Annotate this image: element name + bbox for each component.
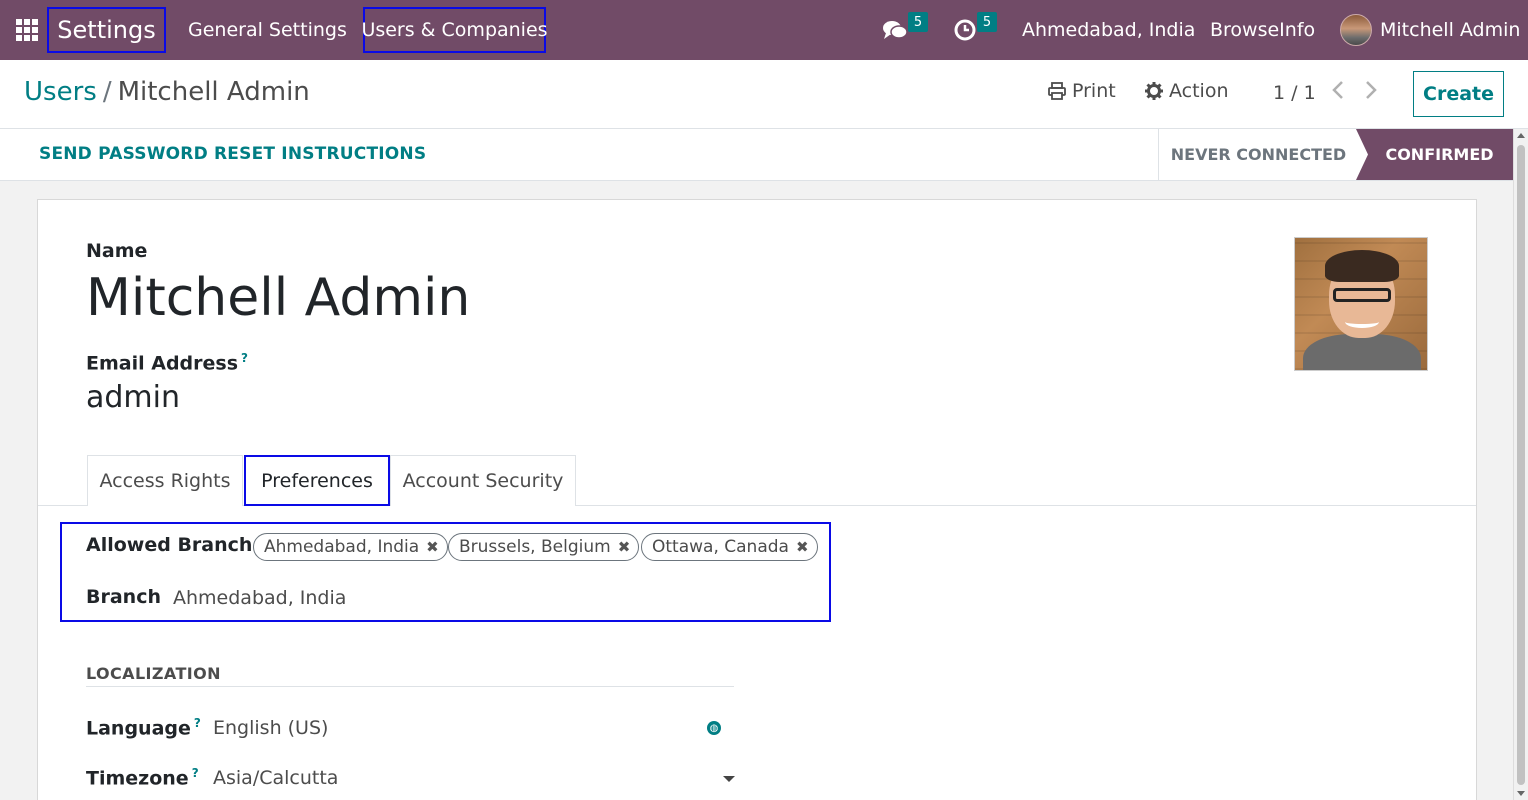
avatar [1340, 14, 1372, 46]
timezone-label: Timezone? [86, 766, 199, 789]
tab-access-rights[interactable]: Access Rights [87, 455, 243, 506]
form-sheet: Name Mitchell Admin Email Address? admin… [37, 199, 1477, 800]
scroll-up-arrow[interactable] [1517, 133, 1525, 138]
language-label-text: Language [86, 717, 191, 740]
stage-never-connected[interactable]: NEVER CONNECTED [1158, 129, 1358, 180]
caret-down-icon[interactable] [723, 776, 735, 782]
pager-prev-button[interactable] [1331, 80, 1345, 106]
email-label: Email Address? [86, 351, 248, 374]
email-label-text: Email Address [86, 352, 239, 375]
close-icon[interactable]: ✖ [796, 538, 809, 556]
branch-switcher[interactable]: Ahmedabad, India [1022, 0, 1195, 60]
allowed-branch-tag: Ottawa, Canada ✖ [641, 533, 818, 561]
allowed-branch-tag: Ahmedabad, India ✖ [253, 533, 448, 561]
action-label: Action [1169, 80, 1229, 102]
apps-menu-button[interactable] [16, 0, 40, 60]
language-field[interactable]: English (US) [213, 717, 328, 739]
timezone-label-text: Timezone [86, 767, 189, 790]
tab-account-security[interactable]: Account Security [390, 455, 576, 506]
print-button[interactable]: Print [1048, 80, 1116, 102]
user-photo[interactable] [1294, 237, 1428, 371]
messages-button[interactable]: 5 [882, 0, 932, 60]
tag-label: Ahmedabad, India [264, 537, 420, 557]
section-divider [86, 686, 734, 687]
branch-label: Branch [86, 586, 161, 608]
status-bar: SEND PASSWORD RESET INSTRUCTIONS NEVER C… [0, 129, 1513, 181]
breadcrumb-users-link[interactable]: Users [24, 77, 97, 107]
send-password-reset-button[interactable]: SEND PASSWORD RESET INSTRUCTIONS [39, 144, 426, 164]
allowed-branch-tag: Brussels, Belgium ✖ [448, 533, 640, 561]
action-button[interactable]: Action [1145, 80, 1229, 102]
activities-count-badge: 5 [977, 12, 997, 32]
menu-general-settings[interactable]: General Settings [188, 0, 347, 60]
tab-preferences[interactable]: Preferences [244, 455, 390, 506]
apps-grid-icon [16, 19, 38, 41]
branch-field[interactable]: Ahmedabad, India [173, 587, 346, 609]
breadcrumb: Users / Mitchell Admin [24, 77, 310, 107]
timezone-select[interactable]: Asia/Calcutta [213, 767, 338, 789]
stage-confirmed[interactable]: CONFIRMED [1356, 129, 1513, 180]
allowed-branch-label: Allowed Branch [86, 534, 253, 556]
scroll-thumb[interactable] [1517, 145, 1525, 785]
breadcrumb-separator: / [102, 77, 112, 107]
name-label: Name [86, 240, 148, 262]
menu-users-companies[interactable]: Users & Companies [361, 7, 548, 53]
language-label: Language? [86, 716, 201, 739]
chat-icon [883, 21, 908, 39]
email-help-icon[interactable]: ? [241, 351, 248, 365]
app-name-settings[interactable]: Settings [47, 7, 166, 53]
user-menu[interactable]: Mitchell Admin [1340, 0, 1520, 60]
timezone-help-icon[interactable]: ? [192, 766, 199, 780]
localization-section-title: LOCALIZATION [86, 664, 221, 683]
activities-button[interactable]: 5 [953, 0, 1003, 60]
company-switcher[interactable]: BrowseInfo [1210, 0, 1315, 60]
close-icon[interactable]: ✖ [426, 538, 439, 556]
vertical-scrollbar[interactable] [1513, 129, 1528, 800]
pager-next-button[interactable] [1364, 80, 1378, 106]
gear-icon [1145, 82, 1163, 100]
tag-label: Ottawa, Canada [652, 537, 789, 557]
control-panel: Users / Mitchell Admin Print Action 1 / 1 … [0, 60, 1528, 129]
chevron-right-icon [1366, 81, 1377, 99]
pager-value[interactable]: 1 / 1 [1273, 82, 1316, 104]
user-name: Mitchell Admin [1380, 19, 1521, 41]
clock-icon [954, 19, 976, 41]
printer-icon [1048, 82, 1066, 100]
close-icon[interactable]: ✖ [618, 538, 631, 556]
breadcrumb-current: Mitchell Admin [117, 77, 310, 107]
language-help-icon[interactable]: ? [194, 716, 201, 730]
chevron-left-icon [1332, 81, 1343, 99]
print-label: Print [1072, 80, 1116, 102]
globe-icon[interactable]: ◍ [707, 721, 721, 735]
email-field[interactable]: admin [86, 380, 180, 415]
name-field[interactable]: Mitchell Admin [86, 268, 470, 328]
scroll-down-arrow[interactable] [1517, 791, 1525, 796]
messages-count-badge: 5 [908, 12, 928, 32]
top-navbar: Settings General Settings Users & Compan… [0, 0, 1528, 60]
tag-label: Brussels, Belgium [459, 537, 611, 557]
create-button[interactable]: Create [1413, 71, 1504, 117]
